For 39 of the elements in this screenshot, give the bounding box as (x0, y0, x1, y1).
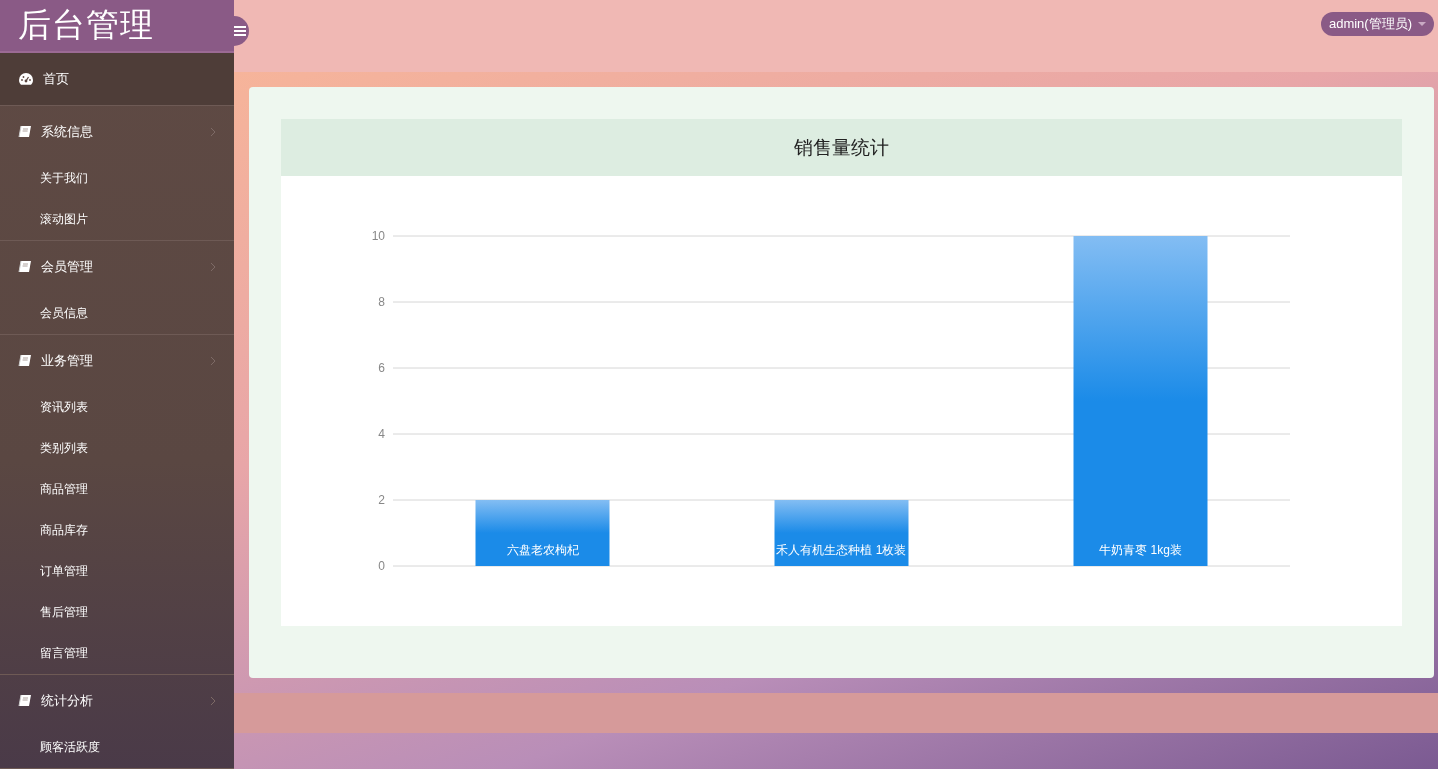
submenu-item[interactable]: 售后管理 (0, 592, 234, 633)
chevron-icon (210, 127, 216, 137)
submenu-item[interactable]: 类别列表 (0, 428, 234, 469)
submenu-item[interactable]: 关于我们 (0, 158, 234, 199)
category-label: 牛奶青枣 1kg装 (1099, 543, 1182, 557)
submenu-item[interactable]: 商品管理 (0, 469, 234, 510)
submenu-item[interactable]: 订单管理 (0, 551, 234, 592)
caret-icon (1418, 21, 1426, 27)
logo-title: 后台管理 (18, 5, 154, 45)
menu-item[interactable]: 会员管理 (0, 241, 234, 293)
submenu-item[interactable]: 滚动图片 (0, 199, 234, 240)
user-menu-button[interactable]: admin(管理员) (1320, 12, 1434, 36)
submenu-item[interactable]: 会员信息 (0, 293, 234, 334)
submenu-item[interactable]: 顾客活跃度 (0, 727, 234, 768)
menu-item[interactable]: 系统信息 (0, 106, 234, 158)
category-label: 六盘老农枸杞 (506, 543, 579, 557)
axis-tick-label: 2 (378, 493, 385, 507)
chevron-icon (210, 696, 216, 706)
menu-item[interactable]: 首页 (0, 53, 234, 105)
book-icon (18, 260, 32, 274)
menu-item[interactable]: 业务管理 (0, 335, 234, 387)
dashboard-icon (18, 72, 34, 86)
axis-tick-label: 6 (378, 361, 385, 375)
submenu-item[interactable]: 留言管理 (0, 633, 234, 674)
submenu-item[interactable]: 商品库存 (0, 510, 234, 551)
submenu-item[interactable]: 资讯列表 (0, 387, 234, 428)
panel-title: 销售量统计 (794, 135, 889, 160)
menu-icon (233, 26, 246, 36)
axis-tick-label: 10 (371, 229, 385, 243)
chevron-icon (210, 262, 216, 272)
book-icon (18, 125, 32, 139)
axis-tick-label: 4 (378, 427, 385, 441)
category-label: 禾人有机生态种植 1枚装 (776, 543, 907, 557)
book-icon (18, 354, 32, 368)
menu-item[interactable]: 统计分析 (0, 675, 234, 727)
book-icon (18, 694, 32, 708)
axis-tick-label: 0 (378, 559, 385, 573)
chevron-icon (210, 356, 216, 366)
axis-tick-label: 8 (378, 295, 385, 309)
